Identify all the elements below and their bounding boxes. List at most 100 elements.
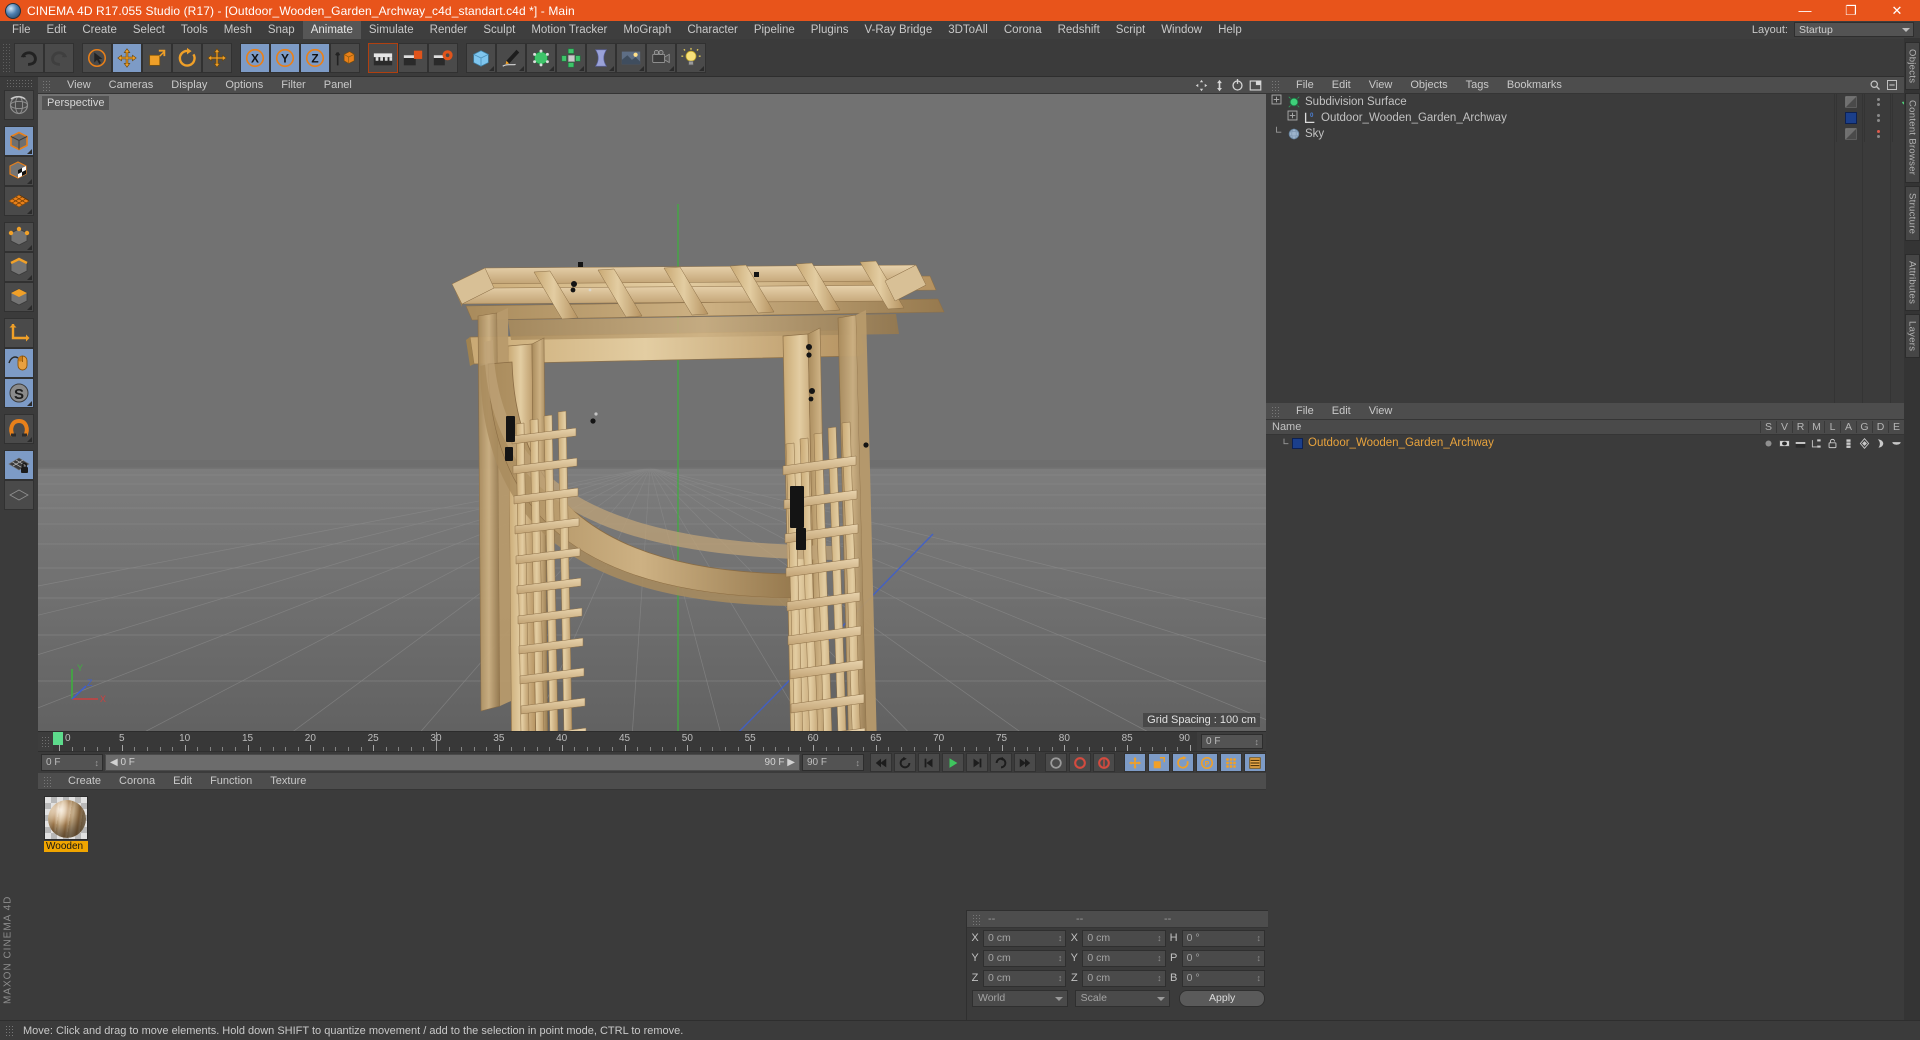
close-button[interactable]: ✕ (1874, 0, 1920, 21)
object-menu-objects[interactable]: Objects (1401, 79, 1456, 91)
scale-s-button[interactable]: S (4, 378, 34, 408)
undo-button[interactable] (14, 43, 44, 73)
parameter-key-button[interactable]: P (1196, 753, 1218, 772)
visibility-dot-editor[interactable] (1877, 98, 1880, 101)
viewport-menu-panel[interactable]: Panel (315, 79, 361, 91)
make-editable-button[interactable] (4, 126, 34, 156)
object-manager-grip[interactable] (1271, 80, 1281, 91)
menu-item-character[interactable]: Character (679, 21, 746, 39)
coordinates-size-field[interactable]: 0 cm↕ (1082, 970, 1165, 987)
layer-column-r[interactable]: R (1792, 421, 1808, 433)
layer-manager-rows[interactable]: Outdoor_Wooden_Garden_Archway (1266, 435, 1920, 451)
visibility-dot-group[interactable] (1877, 98, 1880, 106)
layer-column-v[interactable]: V (1776, 421, 1792, 433)
viewport-menu-view[interactable]: View (58, 79, 100, 91)
layout-toggle-icon[interactable] (1249, 79, 1262, 92)
live-selection-tool[interactable] (82, 43, 112, 73)
object-menu-view[interactable]: View (1360, 79, 1402, 91)
magnet-button[interactable] (4, 414, 34, 444)
add-generator-button[interactable] (526, 43, 556, 73)
stepper-icon[interactable]: ↕ (1058, 933, 1063, 943)
stepper-icon[interactable]: ↕ (1058, 953, 1063, 963)
add-camera-button[interactable] (646, 43, 676, 73)
object-row[interactable]: 0Outdoor_Wooden_Garden_Archway (1266, 110, 1920, 126)
object-row[interactable]: Sky (1266, 126, 1920, 142)
autokeying-button[interactable] (1069, 753, 1091, 772)
menu-item-snap[interactable]: Snap (260, 21, 303, 39)
layer-manager-grip[interactable] (1271, 406, 1281, 417)
object-tag-cell[interactable] (1836, 126, 1864, 142)
play-button[interactable] (942, 753, 964, 772)
material-menu-edit[interactable]: Edit (164, 775, 201, 787)
coordinates-size-field[interactable]: 0 cm↕ (1082, 950, 1165, 967)
toolbar-grip[interactable] (2, 43, 11, 73)
play-reverse-button[interactable] (894, 753, 916, 772)
keyframe-selection-button[interactable] (1093, 753, 1115, 772)
axis-modify-button[interactable] (4, 318, 34, 348)
redo-button[interactable] (44, 43, 74, 73)
rotation-key-button[interactable] (1172, 753, 1194, 772)
material-menu-create[interactable]: Create (59, 775, 110, 787)
add-light-button[interactable] (676, 43, 706, 73)
render-settings-button[interactable] (428, 43, 458, 73)
coordinates-position-field[interactable]: 0 cm↕ (983, 930, 1066, 947)
lock-x-axis-button[interactable]: X (240, 43, 270, 73)
rotate-tool[interactable] (172, 43, 202, 73)
coordinates-rotation-field[interactable]: 0 °↕ (1182, 970, 1265, 987)
deformers-toggle[interactable] (1872, 438, 1888, 449)
layer-column-s[interactable]: S (1760, 421, 1776, 433)
add-array-button[interactable] (556, 43, 586, 73)
texture-mode-button[interactable] (4, 186, 34, 216)
visible-toggle[interactable] (1776, 438, 1792, 449)
go-to-start-button[interactable] (870, 753, 892, 772)
expand-toggle-icon[interactable] (1271, 94, 1287, 110)
object-menu-file[interactable]: File (1287, 79, 1323, 91)
viewport-menu-grip[interactable] (42, 80, 52, 91)
material-menu-grip[interactable] (43, 776, 53, 787)
object-visibility-dots[interactable] (1864, 126, 1892, 142)
menu-item-help[interactable]: Help (1210, 21, 1250, 39)
status-bar-grip[interactable] (5, 1025, 15, 1036)
menu-item-edit[interactable]: Edit (39, 21, 75, 39)
layer-column-d[interactable]: D (1872, 421, 1888, 433)
object-menu-edit[interactable]: Edit (1323, 79, 1360, 91)
step-back-button[interactable] (918, 753, 940, 772)
stepper-icon[interactable]: ↕ (1157, 953, 1162, 963)
generators-toggle[interactable] (1856, 438, 1872, 449)
coordinates-position-field[interactable]: 0 cm↕ (983, 970, 1066, 987)
visibility-dot-render[interactable] (1877, 119, 1880, 122)
menu-item-render[interactable]: Render (422, 21, 476, 39)
menu-item-motion-tracker[interactable]: Motion Tracker (523, 21, 615, 39)
dock-tab-objects[interactable]: Objects (1905, 42, 1920, 90)
timeline-scrubber[interactable]: ◀ 0 F 90 F ▶ (105, 754, 800, 771)
coordinates-position-field[interactable]: 0 cm↕ (983, 950, 1066, 967)
scale-tool[interactable] (142, 43, 172, 73)
model-mode-button[interactable] (4, 156, 34, 186)
layer-menu-edit[interactable]: Edit (1323, 405, 1360, 417)
menu-item-create[interactable]: Create (74, 21, 125, 39)
workplane-lock-button[interactable] (4, 450, 34, 480)
visibility-dot-group[interactable] (1877, 114, 1880, 122)
menu-item-plugins[interactable]: Plugins (803, 21, 857, 39)
layer-menu-file[interactable]: File (1287, 405, 1323, 417)
zoom-view-icon[interactable] (1213, 79, 1226, 92)
timeline-grip[interactable] (41, 736, 51, 748)
go-to-end-button[interactable] (1014, 753, 1036, 772)
pan-view-icon[interactable] (1195, 79, 1208, 92)
enable-snapping-button[interactable] (4, 348, 34, 378)
menu-item-corona[interactable]: Corona (996, 21, 1050, 39)
menu-item-3dtoall[interactable]: 3DToAll (940, 21, 996, 39)
lock-z-axis-button[interactable]: Z (300, 43, 330, 73)
coordinates-size-field[interactable]: 0 cm↕ (1082, 930, 1165, 947)
timeline-playhead[interactable] (436, 732, 437, 751)
stepper-icon[interactable]: ↕ (1157, 933, 1162, 943)
rotate-view-icon[interactable] (1231, 79, 1244, 92)
menu-item-script[interactable]: Script (1108, 21, 1153, 39)
loop-button[interactable] (990, 753, 1012, 772)
visibility-dot-editor[interactable] (1877, 114, 1880, 117)
object-row[interactable]: Subdivision Surface (1266, 94, 1920, 110)
maximize-button[interactable]: ❐ (1828, 0, 1874, 21)
layer-menu-view[interactable]: View (1360, 405, 1402, 417)
menu-item-redshift[interactable]: Redshift (1050, 21, 1108, 39)
layer-color-swatch[interactable] (1292, 438, 1303, 449)
